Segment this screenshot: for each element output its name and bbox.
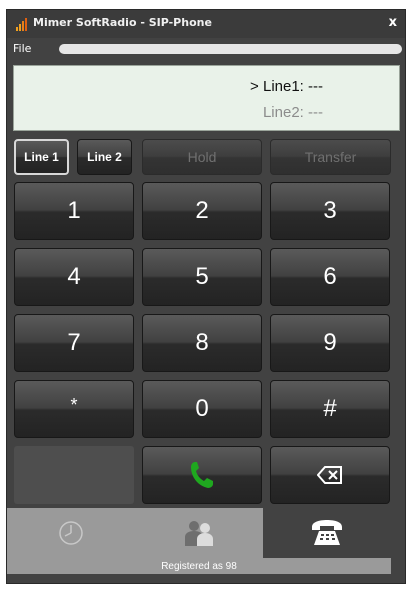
key-5[interactable]: 5 bbox=[142, 248, 262, 306]
phone-handset-icon bbox=[191, 462, 213, 488]
display-line1: > Line1: --- bbox=[250, 78, 323, 95]
window-title: Mimer SoftRadio - SIP-Phone bbox=[33, 16, 212, 29]
signal-bars-icon bbox=[16, 18, 27, 31]
tab-contacts[interactable] bbox=[135, 508, 263, 558]
key-3[interactable]: 3 bbox=[270, 182, 390, 240]
key-2[interactable]: 2 bbox=[142, 182, 262, 240]
empty-keypad-cell bbox=[14, 446, 134, 504]
telephone-icon bbox=[312, 520, 342, 545]
clock-icon bbox=[59, 521, 83, 545]
title-bar[interactable]: Mimer SoftRadio - SIP-Phone x bbox=[7, 10, 405, 38]
line-status-display: > Line1: --- Line2: --- bbox=[13, 65, 400, 131]
menu-file[interactable]: File bbox=[13, 42, 31, 55]
level-bar bbox=[59, 44, 402, 54]
key-1[interactable]: 1 bbox=[14, 182, 134, 240]
backspace-icon bbox=[317, 466, 342, 484]
key-star[interactable]: * bbox=[14, 380, 134, 438]
key-6[interactable]: 6 bbox=[270, 248, 390, 306]
key-7[interactable]: 7 bbox=[14, 314, 134, 372]
contacts-icon bbox=[185, 521, 213, 546]
transfer-button[interactable]: Transfer bbox=[270, 139, 391, 175]
sip-phone-window: Mimer SoftRadio - SIP-Phone x File > Lin… bbox=[6, 9, 406, 584]
tab-phone[interactable] bbox=[263, 508, 391, 558]
key-0[interactable]: 0 bbox=[142, 380, 262, 438]
registration-status: Registered as 98 bbox=[7, 558, 391, 574]
key-4[interactable]: 4 bbox=[14, 248, 134, 306]
backspace-button[interactable] bbox=[270, 446, 390, 504]
key-9[interactable]: 9 bbox=[270, 314, 390, 372]
tab-history[interactable] bbox=[7, 508, 135, 558]
close-button[interactable]: x bbox=[389, 15, 397, 30]
call-button[interactable] bbox=[142, 446, 262, 504]
menu-bar: File bbox=[7, 40, 405, 58]
bottom-tab-bar bbox=[7, 508, 391, 558]
hold-button[interactable]: Hold bbox=[142, 139, 262, 175]
line2-button[interactable]: Line 2 bbox=[77, 139, 132, 175]
key-hash[interactable]: # bbox=[270, 380, 390, 438]
display-line2: Line2: --- bbox=[262, 104, 323, 121]
line1-button[interactable]: Line 1 bbox=[14, 139, 69, 175]
key-8[interactable]: 8 bbox=[142, 314, 262, 372]
